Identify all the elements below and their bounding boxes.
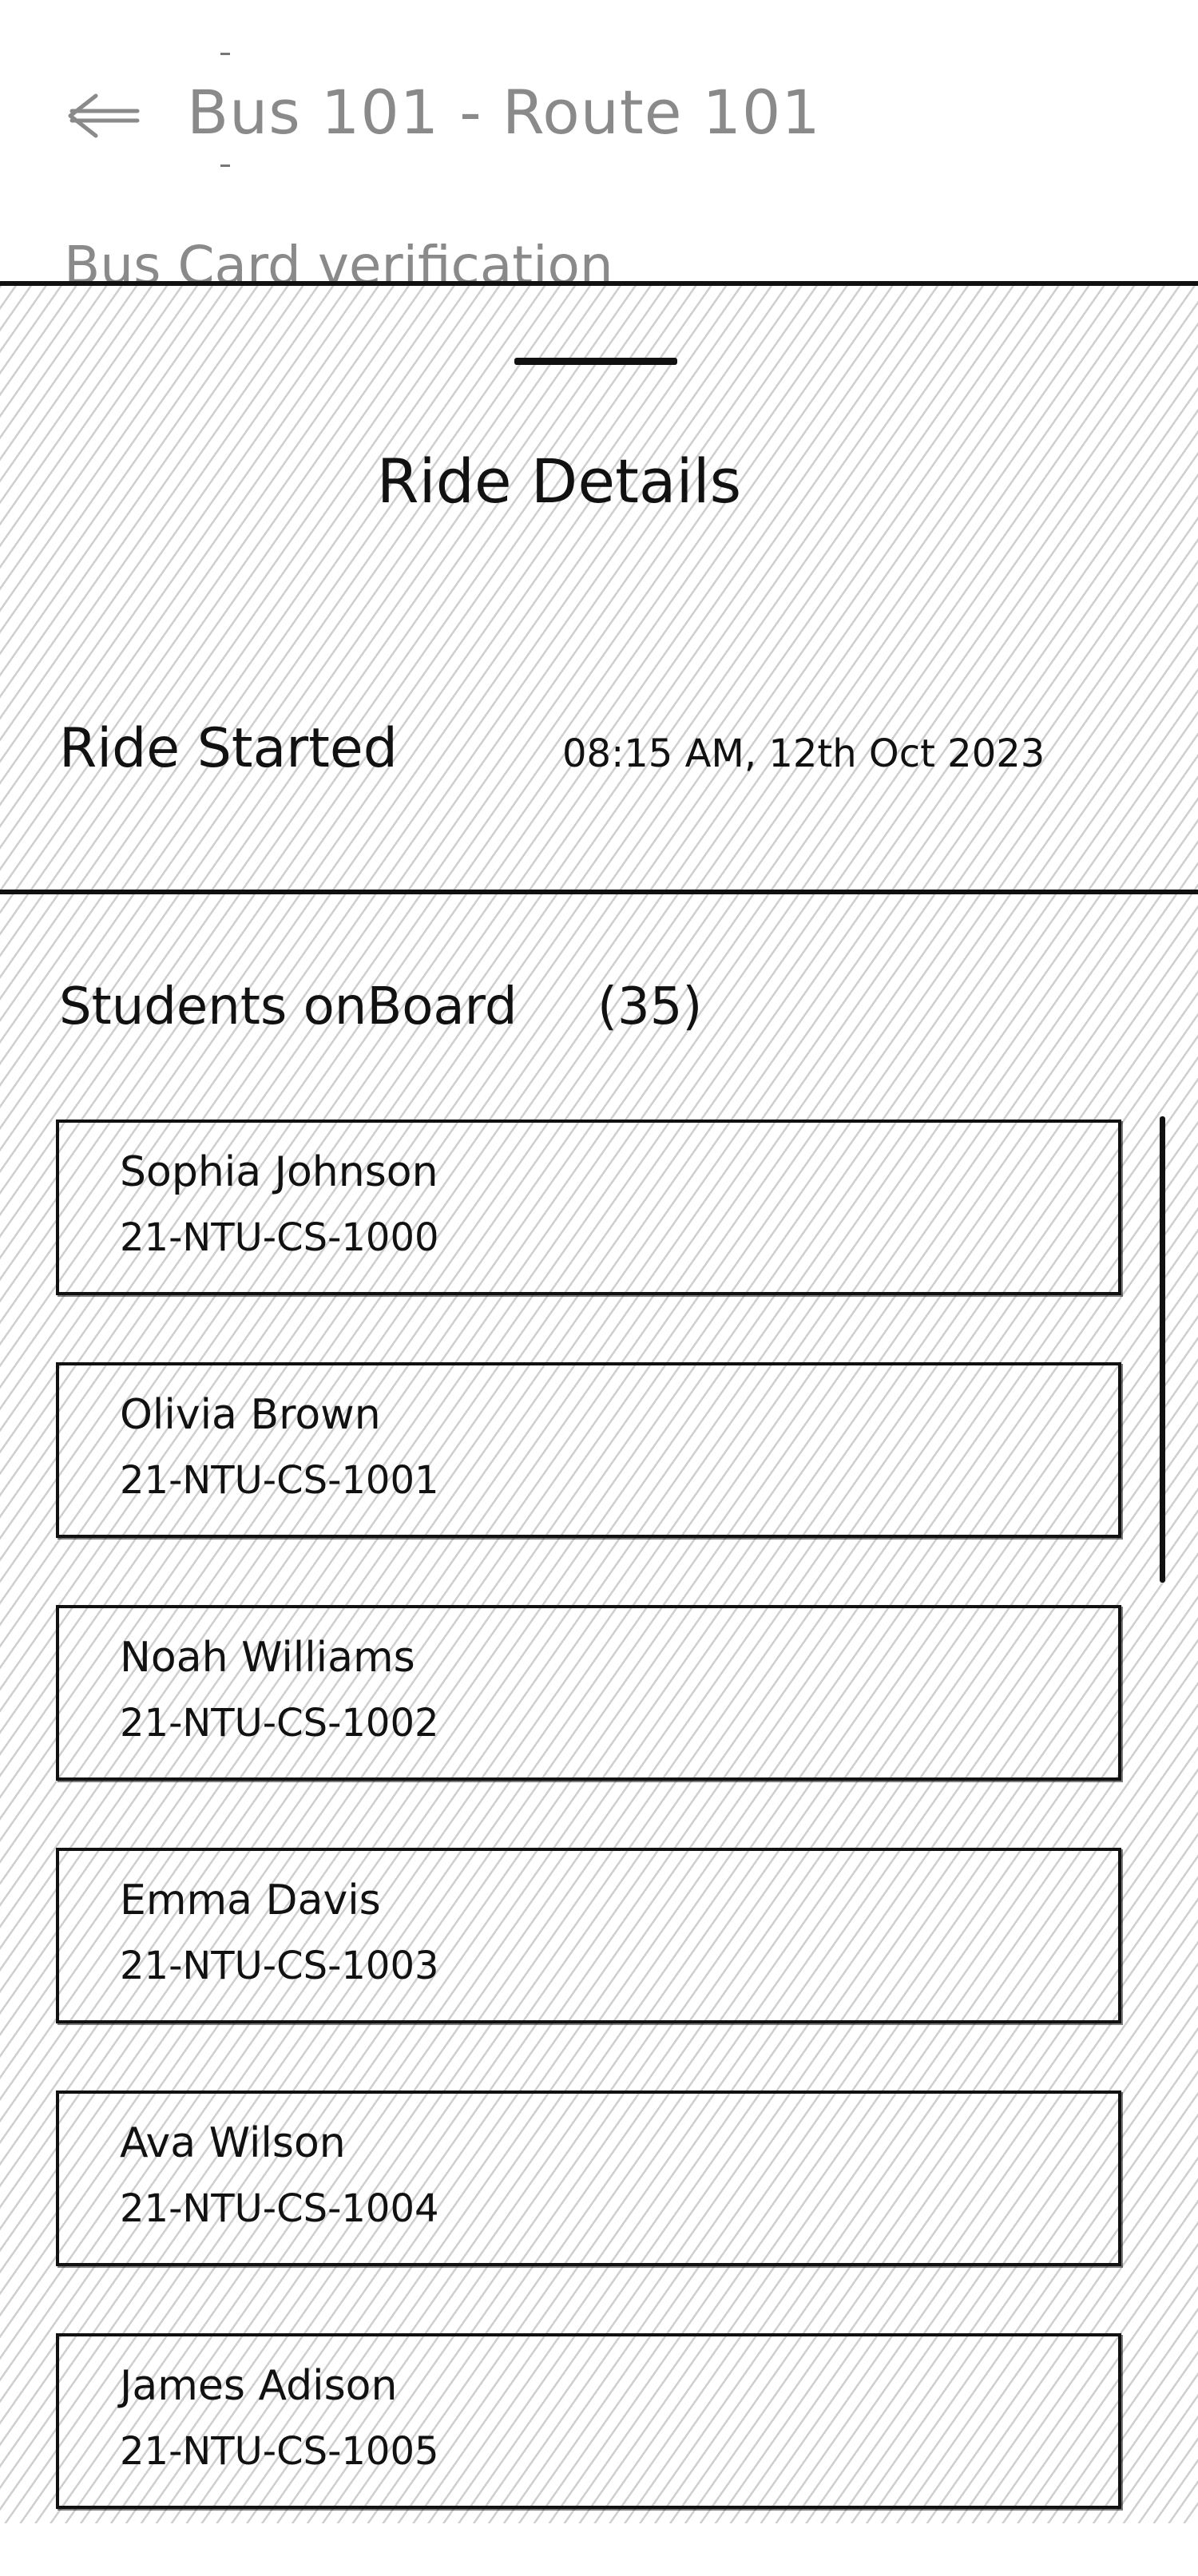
student-card[interactable]: Emma Davis 21-NTU-CS-1003 xyxy=(56,1848,1121,2023)
student-name: Noah Williams xyxy=(120,1634,415,1682)
page-subtitle: Bus Card verification xyxy=(64,235,613,284)
student-id: 21-NTU-CS-1004 xyxy=(120,2186,439,2231)
student-card[interactable]: Olivia Brown 21-NTU-CS-1001 xyxy=(56,1362,1121,1538)
section-divider xyxy=(0,890,1198,894)
ride-details-sheet: Ride Details Ride Started 08:15 AM, 12th… xyxy=(0,281,1198,2523)
student-card[interactable]: Sophia Johnson 21-NTU-CS-1000 xyxy=(56,1120,1121,1295)
app-header: Bus 101 - Route 101 Bus Card verificatio… xyxy=(0,0,1198,284)
list-scrollbar[interactable] xyxy=(1160,1116,1165,1583)
student-id: 21-NTU-CS-1000 xyxy=(120,1215,439,1260)
students-onboard-count: (35) xyxy=(597,977,703,1036)
student-name: Ava Wilson xyxy=(120,2119,346,2167)
student-list: Sophia Johnson 21-NTU-CS-1000 Olivia Bro… xyxy=(56,1120,1126,2576)
student-name: Emma Davis xyxy=(120,1877,381,1924)
student-id: 21-NTU-CS-1002 xyxy=(120,1701,439,1746)
student-name: Sophia Johnson xyxy=(120,1148,438,1196)
page-title: Bus 101 - Route 101 xyxy=(187,77,821,148)
ride-started-value: 08:15 AM, 12th Oct 2023 xyxy=(562,731,1045,776)
student-card[interactable]: Ava Wilson 21-NTU-CS-1004 xyxy=(56,2091,1121,2266)
student-id: 21-NTU-CS-1001 xyxy=(120,1458,439,1503)
student-card[interactable]: Noah Williams 21-NTU-CS-1002 xyxy=(56,1605,1121,1781)
ride-started-label: Ride Started xyxy=(59,717,398,780)
student-name: Olivia Brown xyxy=(120,1391,381,1439)
sheet-title: Ride Details xyxy=(376,446,742,517)
student-card[interactable]: James Adison 21-NTU-CS-1005 xyxy=(56,2333,1121,2509)
back-button[interactable] xyxy=(64,88,144,144)
student-id: 21-NTU-CS-1003 xyxy=(120,1944,439,1988)
decor-tick-top xyxy=(220,53,230,55)
sheet-drag-handle[interactable] xyxy=(514,358,677,365)
decor-tick-bottom xyxy=(220,164,230,167)
student-name: James Adison xyxy=(120,2362,398,2410)
student-id: 21-NTU-CS-1005 xyxy=(120,2429,439,2474)
students-onboard-label: Students onBoard xyxy=(59,977,518,1036)
arrow-left-icon xyxy=(64,88,144,144)
